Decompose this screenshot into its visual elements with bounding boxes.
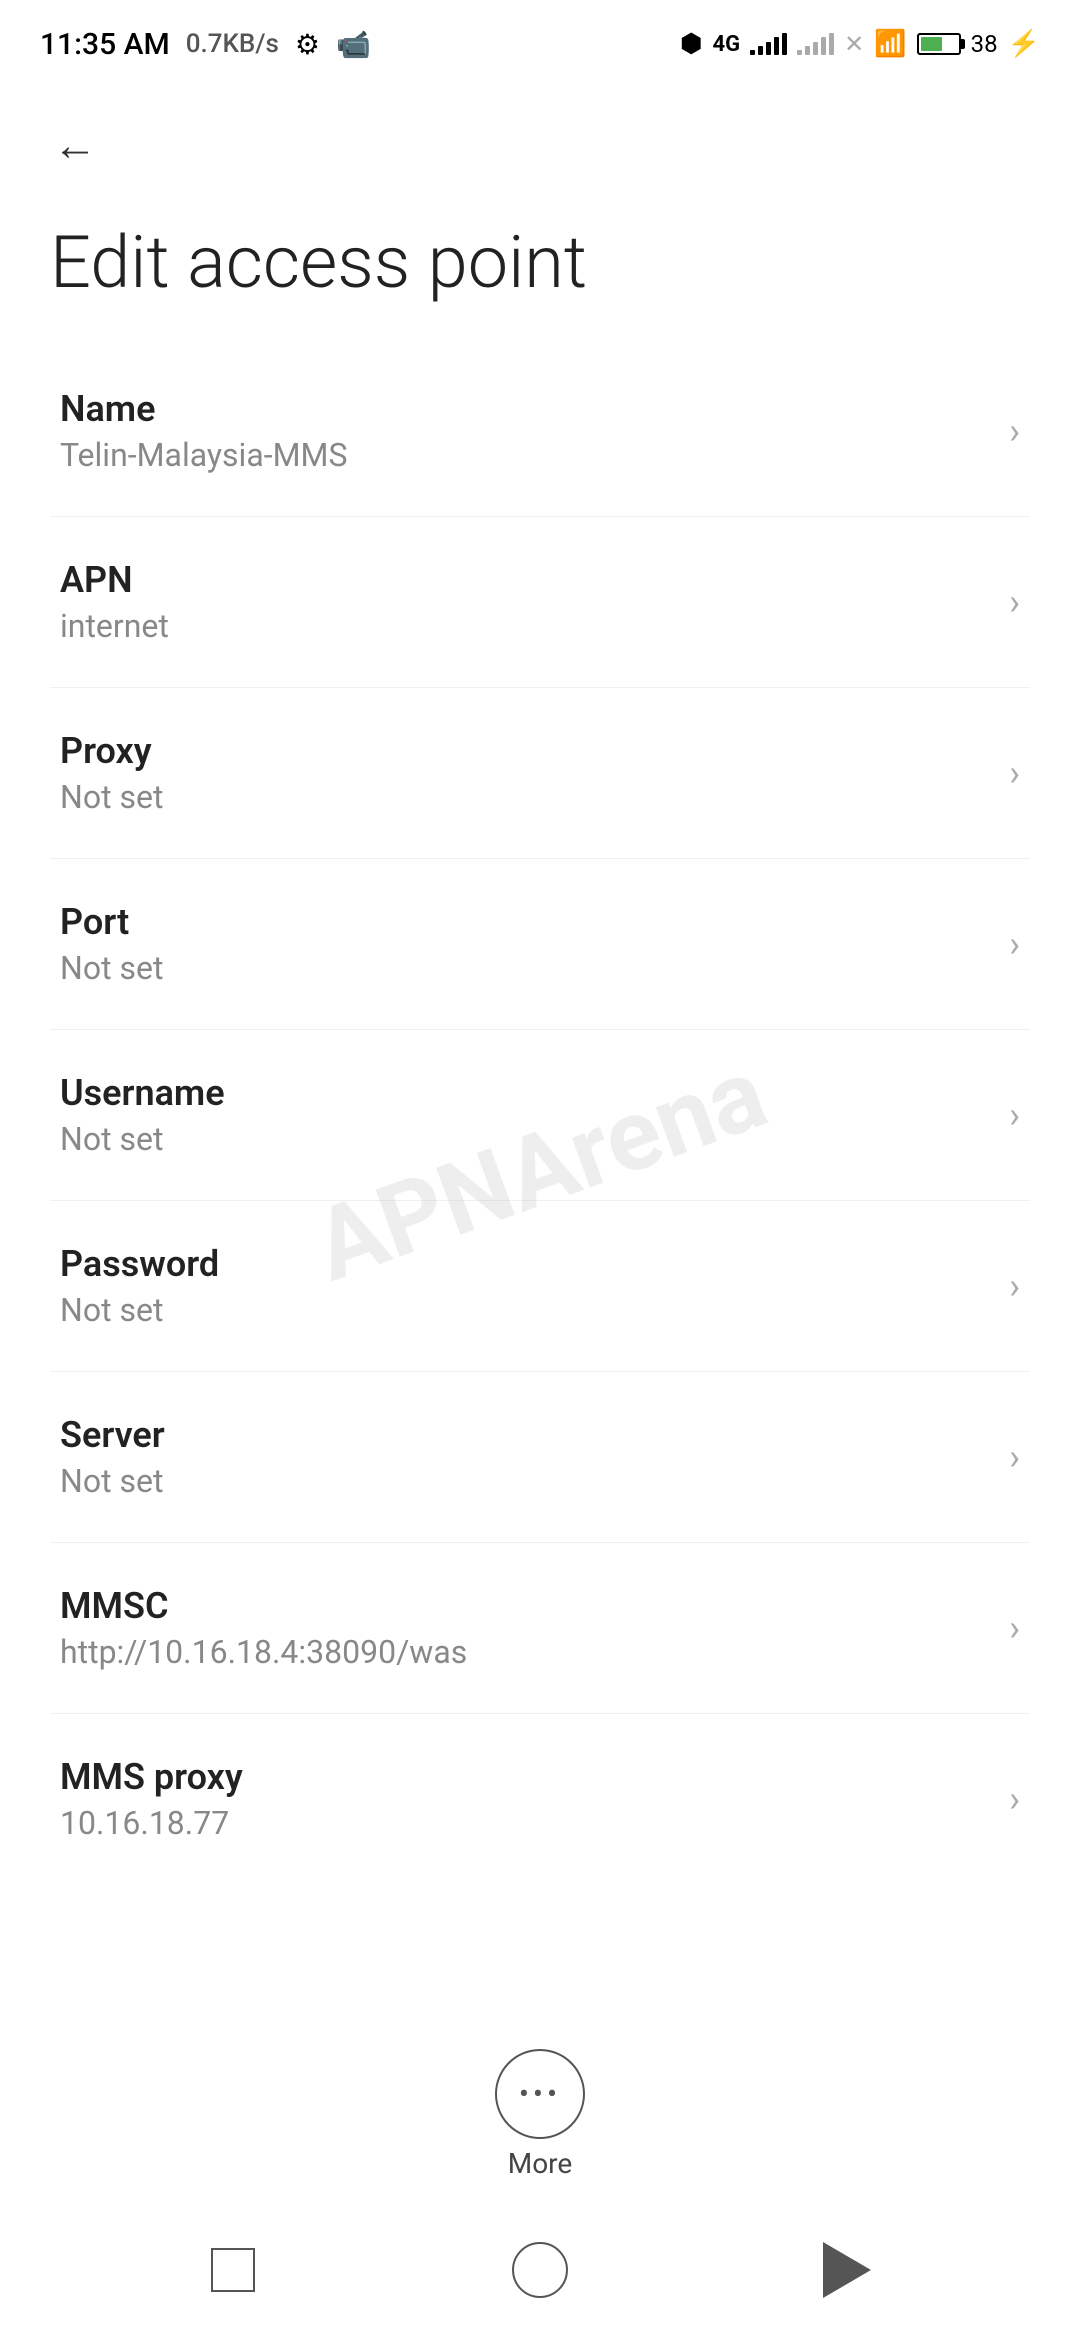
settings-item-port-content: Port Not set [60,901,989,987]
settings-value-password: Not set [60,1291,989,1329]
settings-value-port: Not set [60,949,989,987]
settings-item-server[interactable]: Server Not set › [50,1372,1030,1543]
charging-icon: ⚡ [1008,29,1040,59]
settings-item-username-content: Username Not set [60,1072,989,1158]
settings-item-port[interactable]: Port Not set › [50,859,1030,1030]
wifi-icon: 📶 [874,29,906,59]
settings-label-apn: APN [60,559,989,601]
settings-value-name: Telin-Malaysia-MMS [60,436,989,474]
settings-item-name-content: Name Telin-Malaysia-MMS [60,388,989,474]
settings-item-password[interactable]: Password Not set › [50,1201,1030,1372]
settings-label-port: Port [60,901,989,943]
network-4g-label: 4G [713,32,741,57]
status-bar: 11:35 AM 0.7KB/s ⚙ 📹 ⬢ 4G ✕ 📶 38 ⚡ [0,0,1080,80]
settings-icon: ⚙ [295,28,320,61]
settings-label-mms-proxy: MMS proxy [60,1756,989,1798]
settings-item-mmsc[interactable]: MMSC http://10.16.18.4:38090/was › [50,1543,1030,1714]
chevron-right-proxy: › [1009,752,1020,794]
settings-label-username: Username [60,1072,989,1114]
more-button[interactable]: ••• More [495,2049,585,2180]
no-signal-icon: ✕ [844,30,864,58]
bottom-nav [0,2200,1080,2340]
recents-icon [211,2248,255,2292]
settings-item-password-content: Password Not set [60,1243,989,1329]
back-nav-icon [823,2242,871,2298]
home-button[interactable] [500,2230,580,2310]
settings-list: Name Telin-Malaysia-MMS › APN internet ›… [0,346,1080,1884]
settings-value-username: Not set [60,1120,989,1158]
settings-item-apn-content: APN internet [60,559,989,645]
settings-item-username[interactable]: Username Not set › [50,1030,1030,1201]
signal-bars-2 [797,33,834,55]
more-label: More [508,2147,573,2180]
signal-bars-1 [750,33,787,55]
recents-button[interactable] [193,2230,273,2310]
network-speed: 0.7KB/s [186,29,279,59]
settings-value-apn: internet [60,607,989,645]
settings-label-name: Name [60,388,989,430]
page-title: Edit access point [0,200,1080,346]
chevron-right-apn: › [1009,581,1020,623]
settings-item-proxy-content: Proxy Not set [60,730,989,816]
settings-value-mmsc: http://10.16.18.4:38090/was [60,1633,989,1671]
settings-value-server: Not set [60,1462,989,1500]
settings-item-mms-proxy[interactable]: MMS proxy 10.16.18.77 › [50,1714,1030,1884]
chevron-right-server: › [1009,1436,1020,1478]
settings-item-apn[interactable]: APN internet › [50,517,1030,688]
top-nav: ← [0,80,1080,200]
status-time: 11:35 AM [40,27,170,62]
battery-percent: 38 [971,30,998,58]
more-circle-icon: ••• [495,2049,585,2139]
chevron-right-username: › [1009,1094,1020,1136]
chevron-right-name: › [1009,410,1020,452]
settings-item-proxy[interactable]: Proxy Not set › [50,688,1030,859]
settings-item-server-content: Server Not set [60,1414,989,1500]
settings-label-password: Password [60,1243,989,1285]
more-dots-icon: ••• [519,2077,561,2112]
settings-label-proxy: Proxy [60,730,989,772]
settings-item-mmsc-content: MMSC http://10.16.18.4:38090/was [60,1585,989,1671]
status-icons: ⬢ 4G ✕ 📶 38 ⚡ [680,29,1040,59]
settings-label-mmsc: MMSC [60,1585,989,1627]
battery-icon [917,33,961,55]
back-button[interactable]: ← [40,110,110,180]
chevron-right-mmsc: › [1009,1607,1020,1649]
chevron-right-port: › [1009,923,1020,965]
settings-value-mms-proxy: 10.16.18.77 [60,1804,989,1842]
status-left: 11:35 AM 0.7KB/s ⚙ 📹 [40,27,371,62]
home-icon [512,2242,568,2298]
video-icon: 📹 [336,28,371,61]
nav-back-button[interactable] [807,2230,887,2310]
bluetooth-icon: ⬢ [680,29,703,59]
settings-item-mms-proxy-content: MMS proxy 10.16.18.77 [60,1756,989,1842]
chevron-right-mms-proxy: › [1009,1778,1020,1820]
chevron-right-password: › [1009,1265,1020,1307]
settings-label-server: Server [60,1414,989,1456]
settings-item-name[interactable]: Name Telin-Malaysia-MMS › [50,346,1030,517]
settings-value-proxy: Not set [60,778,989,816]
back-arrow-icon: ← [53,119,97,171]
